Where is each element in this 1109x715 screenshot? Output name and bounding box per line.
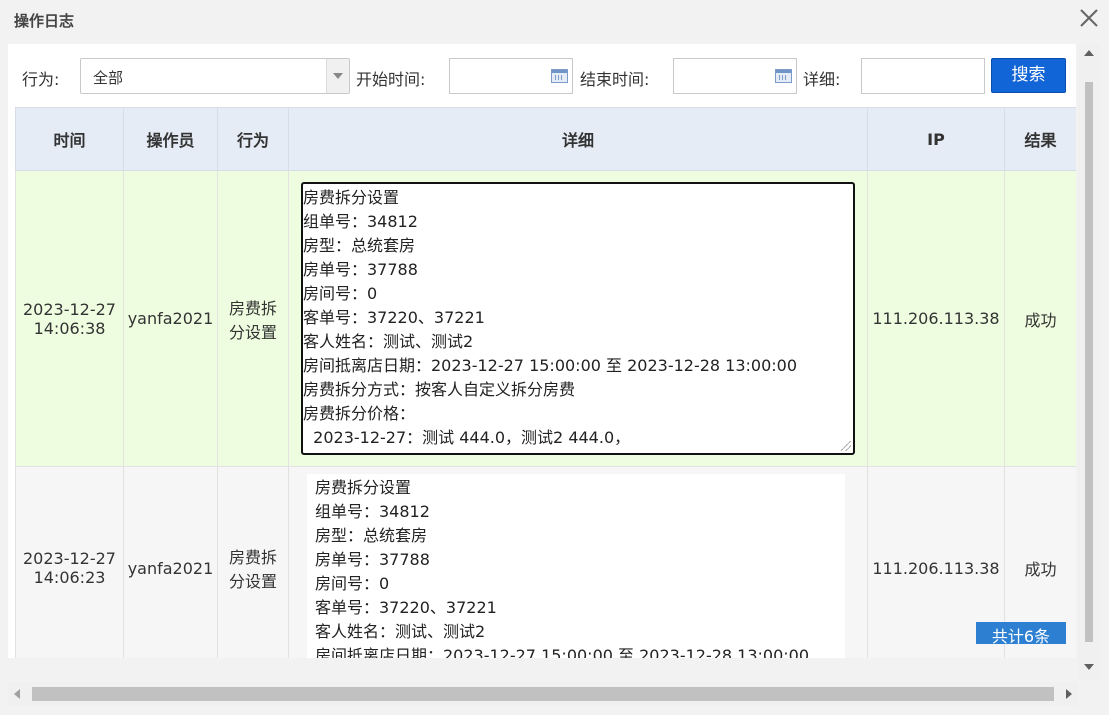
detail-line: 客单号：37220、37221 bbox=[303, 308, 485, 327]
column-header-time[interactable]: 时间 bbox=[15, 107, 124, 171]
column-header-detail[interactable]: 详细 bbox=[288, 107, 868, 171]
cell-action: 房费拆 分设置 bbox=[217, 170, 289, 467]
cell-time: 2023-12-27 14:06:38 bbox=[15, 170, 124, 467]
cell-ip: 111.206.113.38 bbox=[867, 170, 1005, 467]
table-header-row: 时间 操作员 行为 详细 IP 结果 bbox=[15, 107, 1076, 171]
cell-result: 成功 bbox=[1004, 170, 1076, 467]
cell-action-line: 分设置 bbox=[228, 322, 277, 342]
detail-line: 房单号：37788 bbox=[303, 260, 418, 279]
search-button[interactable]: 搜索 bbox=[991, 58, 1066, 93]
dialog-title: 操作日志 bbox=[14, 12, 75, 30]
cell-action-line: 分设置 bbox=[228, 572, 277, 591]
detail-line: 客单号：37220、37221 bbox=[315, 598, 497, 617]
dialog-content: 行为: 全部 开始时间: 结束时间: 详细: 搜索 时间 操作员 行为 详细 I… bbox=[8, 44, 1076, 658]
detail-line: 房间抵离店日期：2023-12-27 15:00:00 至 2023-12-28… bbox=[315, 646, 810, 658]
calendar-icon[interactable] bbox=[775, 69, 792, 83]
calendar-icon[interactable] bbox=[551, 69, 568, 83]
column-header-operator[interactable]: 操作员 bbox=[123, 107, 218, 171]
start-time-label: 开始时间: bbox=[356, 70, 426, 89]
cell-action: 房费拆 分设置 bbox=[217, 466, 289, 658]
scroll-left-icon[interactable] bbox=[14, 689, 20, 699]
cell-date: 2023-12-27 bbox=[23, 299, 116, 319]
detail-line: 房费拆分设置 bbox=[315, 478, 412, 497]
detail-line: 房费拆分方式：按客人自定义拆分房费 bbox=[303, 380, 576, 399]
scroll-up-icon[interactable] bbox=[1084, 50, 1094, 56]
column-header-action[interactable]: 行为 bbox=[217, 107, 289, 171]
horizontal-scrollbar[interactable] bbox=[8, 682, 1078, 706]
log-table: 时间 操作员 行为 详细 IP 结果 2023-12-27 14:06:38 y… bbox=[15, 107, 1076, 658]
column-header-result[interactable]: 结果 bbox=[1004, 107, 1076, 171]
dialog-titlebar: 操作日志 bbox=[0, 0, 1109, 40]
cell-clock: 14:06:38 bbox=[33, 318, 106, 338]
detail-line: 组单号：34812 bbox=[303, 212, 418, 231]
select-dropdown-button[interactable] bbox=[326, 59, 349, 93]
action-select[interactable]: 全部 bbox=[80, 58, 350, 94]
detail-text[interactable]: 房费拆分设置 组单号：34812 房型：总统套房 房单号：37788 房间号：0… bbox=[307, 474, 845, 658]
resize-handle-icon[interactable] bbox=[841, 441, 851, 451]
cell-clock: 14:06:23 bbox=[33, 568, 106, 587]
cell-time: 2023-12-27 14:06:23 bbox=[15, 466, 124, 658]
detail-line: 房型：总统套房 bbox=[315, 526, 428, 545]
action-label: 行为: bbox=[22, 70, 60, 89]
cell-action-line: 房费拆 bbox=[228, 548, 277, 567]
detail-line: 客人姓名：测试、测试2 bbox=[303, 332, 474, 351]
end-time-input[interactable] bbox=[673, 58, 797, 94]
detail-line: 客人姓名：测试、测试2 bbox=[315, 622, 486, 641]
chevron-down-icon bbox=[333, 73, 343, 79]
detail-line: 房费拆分设置 bbox=[303, 188, 400, 207]
cell-operator: yanfa2021 bbox=[123, 170, 218, 467]
scroll-right-icon[interactable] bbox=[1066, 689, 1072, 699]
cell-action-line: 房费拆 bbox=[228, 298, 277, 318]
detail-line: 房间号：0 bbox=[303, 284, 378, 303]
detail-textarea[interactable]: 房费拆分设置 组单号：34812 房型：总统套房 房单号：37788 房间号：0… bbox=[301, 182, 855, 455]
filter-bar: 行为: 全部 开始时间: 结束时间: 详细: 搜索 bbox=[8, 44, 1076, 106]
total-count-badge: 共计6条 bbox=[976, 622, 1066, 644]
table-row[interactable]: 2023-12-27 14:06:23 yanfa2021 房费拆 分设置 房费… bbox=[15, 466, 1076, 658]
vertical-scrollbar[interactable] bbox=[1078, 44, 1100, 680]
vertical-scroll-thumb[interactable] bbox=[1085, 82, 1093, 642]
horizontal-scroll-thumb[interactable] bbox=[32, 687, 1054, 701]
scroll-down-icon[interactable] bbox=[1084, 664, 1094, 670]
detail-line: 房单号：37788 bbox=[315, 550, 430, 569]
start-time-input[interactable] bbox=[449, 58, 573, 94]
detail-line: 房型：总统套房 bbox=[303, 236, 416, 255]
detail-line: 组单号：34812 bbox=[315, 502, 430, 521]
detail-label: 详细: bbox=[803, 70, 841, 89]
detail-input[interactable] bbox=[861, 58, 985, 94]
cell-detail: 房费拆分设置 组单号：34812 房型：总统套房 房单号：37788 房间号：0… bbox=[288, 466, 868, 658]
action-select-value: 全部 bbox=[93, 69, 124, 87]
detail-line: 房间号：0 bbox=[315, 574, 390, 593]
cell-operator: yanfa2021 bbox=[123, 466, 218, 658]
end-time-label: 结束时间: bbox=[580, 70, 650, 89]
column-header-ip[interactable]: IP bbox=[867, 107, 1005, 171]
cell-date: 2023-12-27 bbox=[23, 549, 116, 568]
cell-detail: 房费拆分设置 组单号：34812 房型：总统套房 房单号：37788 房间号：0… bbox=[288, 170, 868, 467]
detail-line: 房间抵离店日期：2023-12-27 15:00:00 至 2023-12-28… bbox=[303, 356, 798, 375]
table-row[interactable]: 2023-12-27 14:06:38 yanfa2021 房费拆 分设置 房费… bbox=[15, 170, 1076, 467]
operation-log-dialog: 操作日志 行为: 全部 开始时间: 结束时间: 详细: 搜索 时间 操作员 行为… bbox=[0, 0, 1109, 715]
detail-line: 2023-12-27：测试 444.0，测试2 444.0， bbox=[303, 428, 631, 447]
close-icon[interactable] bbox=[1077, 6, 1101, 30]
detail-line: 房费拆分价格： bbox=[303, 404, 416, 423]
